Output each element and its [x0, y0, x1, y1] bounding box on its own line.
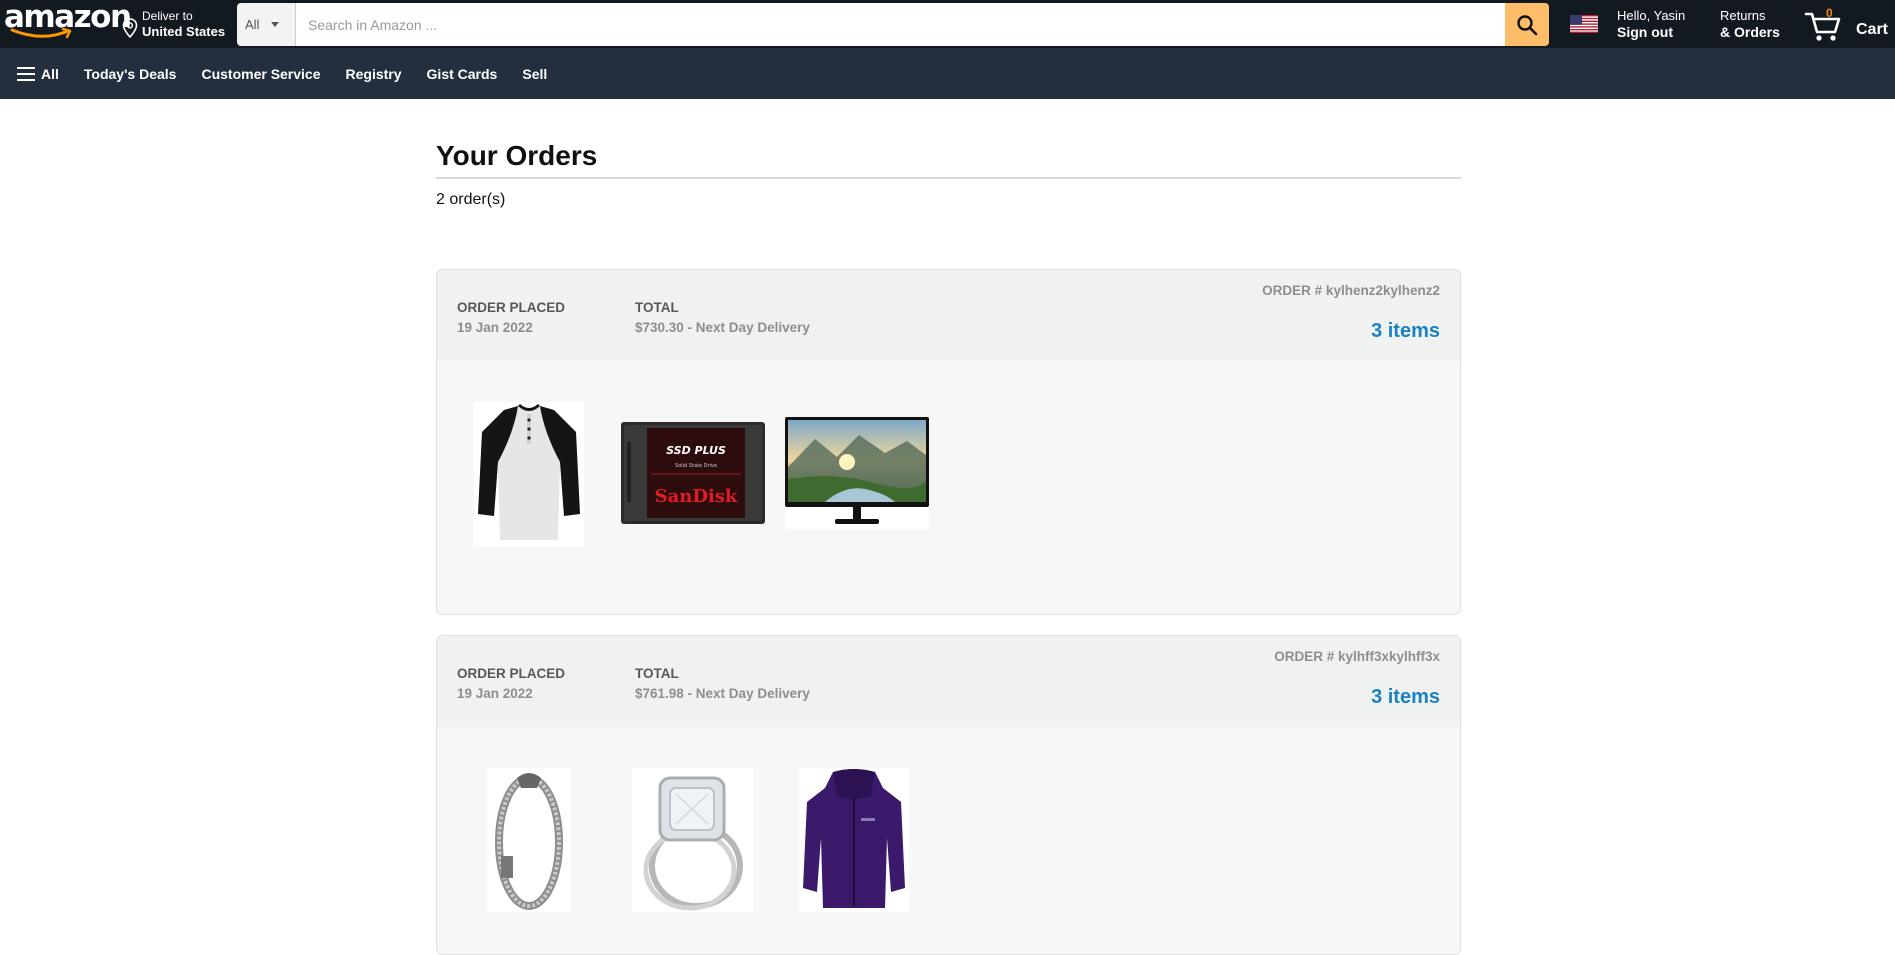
- cart-count-badge: 0: [1826, 6, 1833, 20]
- order-number: ORDER # kylhenz2kylhenz2: [1262, 283, 1440, 298]
- order-items-link[interactable]: 3 items: [1371, 686, 1440, 709]
- order-card: ORDER PLACED 19 Jan 2022 TOTAL $761.98 -…: [436, 635, 1461, 955]
- top-nav: amazon Deliver to United States All Sear…: [0, 0, 1895, 48]
- logo-smile-icon: [10, 28, 72, 39]
- search-bar: All: [237, 3, 1549, 46]
- order-total: TOTAL $730.30 - Next Day Delivery: [635, 298, 810, 338]
- order-placed-label: ORDER PLACED: [457, 300, 566, 315]
- order-number: ORDER # kylhff3xkylhff3x: [1274, 649, 1440, 664]
- product-henley-shirt-image[interactable]: [474, 402, 584, 547]
- order-placed-label: ORDER PLACED: [457, 666, 566, 681]
- deliver-country: United States: [142, 24, 226, 39]
- sub-nav: All Today's Deals Customer Service Regis…: [0, 48, 1895, 99]
- product-purple-jacket-image[interactable]: [799, 768, 909, 912]
- order-count: 2 order(s): [436, 191, 506, 208]
- orders-label: & Orders: [1720, 24, 1780, 40]
- title-divider: [436, 177, 1461, 179]
- order-items-link[interactable]: 3 items: [1371, 320, 1440, 343]
- order-total: TOTAL $761.98 - Next Day Delivery: [635, 664, 810, 704]
- search-button[interactable]: [1505, 3, 1549, 46]
- account-greeting: Hello, Yasin: [1617, 8, 1686, 23]
- order-total-value: $730.30 - Next Day Delivery: [635, 320, 810, 335]
- deliver-to[interactable]: Deliver to United States: [122, 8, 225, 40]
- search-icon: [1517, 14, 1538, 35]
- amazon-logo[interactable]: amazon: [4, 2, 132, 46]
- nav-todays-deals[interactable]: Today's Deals: [84, 66, 177, 82]
- ssd-brand-text: SanDisk: [655, 486, 738, 507]
- order-placed-date: 19 Jan 2022: [457, 320, 533, 335]
- search-category-label: All: [245, 17, 260, 32]
- cart-label: Cart: [1856, 21, 1889, 38]
- search-category-select[interactable]: All: [237, 3, 296, 46]
- cart-button[interactable]: 0 Cart: [1804, 6, 1888, 42]
- hamburger-icon: [17, 66, 35, 81]
- order-total-label: TOTAL: [635, 300, 679, 315]
- order-total-label: TOTAL: [635, 666, 679, 681]
- order-total-value: $761.98 - Next Day Delivery: [635, 686, 810, 701]
- order-placed: ORDER PLACED 19 Jan 2022: [457, 664, 565, 704]
- deliver-label: Deliver to: [142, 9, 193, 23]
- order-placed: ORDER PLACED 19 Jan 2022: [457, 298, 565, 338]
- orders-page: Your Orders 2 order(s) ORDER PLACED 19 J…: [436, 99, 1461, 955]
- nav-gift-cards[interactable]: Gist Cards: [427, 66, 498, 82]
- order-placed-date: 19 Jan 2022: [457, 686, 533, 701]
- ssd-sub-text: Solid State Drive: [675, 463, 717, 469]
- all-menu-button[interactable]: All: [17, 66, 59, 82]
- account-menu[interactable]: Hello, Yasin Sign out: [1617, 8, 1685, 40]
- product-diamond-ring-image[interactable]: [632, 768, 754, 912]
- cart-icon: [1804, 12, 1841, 41]
- returns-orders-link[interactable]: Returns & Orders: [1720, 8, 1780, 40]
- search-input[interactable]: [296, 3, 1505, 46]
- product-sandisk-ssd-image[interactable]: SSD PLUS Solid State Drive SanDisk: [621, 422, 765, 524]
- product-silver-bracelet-image[interactable]: [487, 768, 571, 912]
- nav-registry[interactable]: Registry: [346, 66, 402, 82]
- nav-customer-service[interactable]: Customer Service: [201, 66, 320, 82]
- product-monitor-image[interactable]: [785, 417, 929, 529]
- ssd-label-text: SSD PLUS: [666, 444, 726, 457]
- caret-down-icon: [271, 22, 280, 27]
- sign-out-link[interactable]: Sign out: [1617, 24, 1685, 40]
- location-pin-icon: [122, 18, 138, 38]
- order-header: ORDER PLACED 19 Jan 2022 TOTAL $730.30 -…: [437, 270, 1460, 361]
- order-header: ORDER PLACED 19 Jan 2022 TOTAL $761.98 -…: [437, 636, 1460, 727]
- order-card: ORDER PLACED 19 Jan 2022 TOTAL $730.30 -…: [436, 269, 1461, 615]
- us-flag-icon[interactable]: [1570, 15, 1598, 33]
- returns-label: Returns: [1720, 8, 1766, 23]
- all-menu-label: All: [41, 65, 59, 82]
- page-title: Your Orders: [436, 140, 598, 171]
- nav-sell[interactable]: Sell: [522, 66, 547, 82]
